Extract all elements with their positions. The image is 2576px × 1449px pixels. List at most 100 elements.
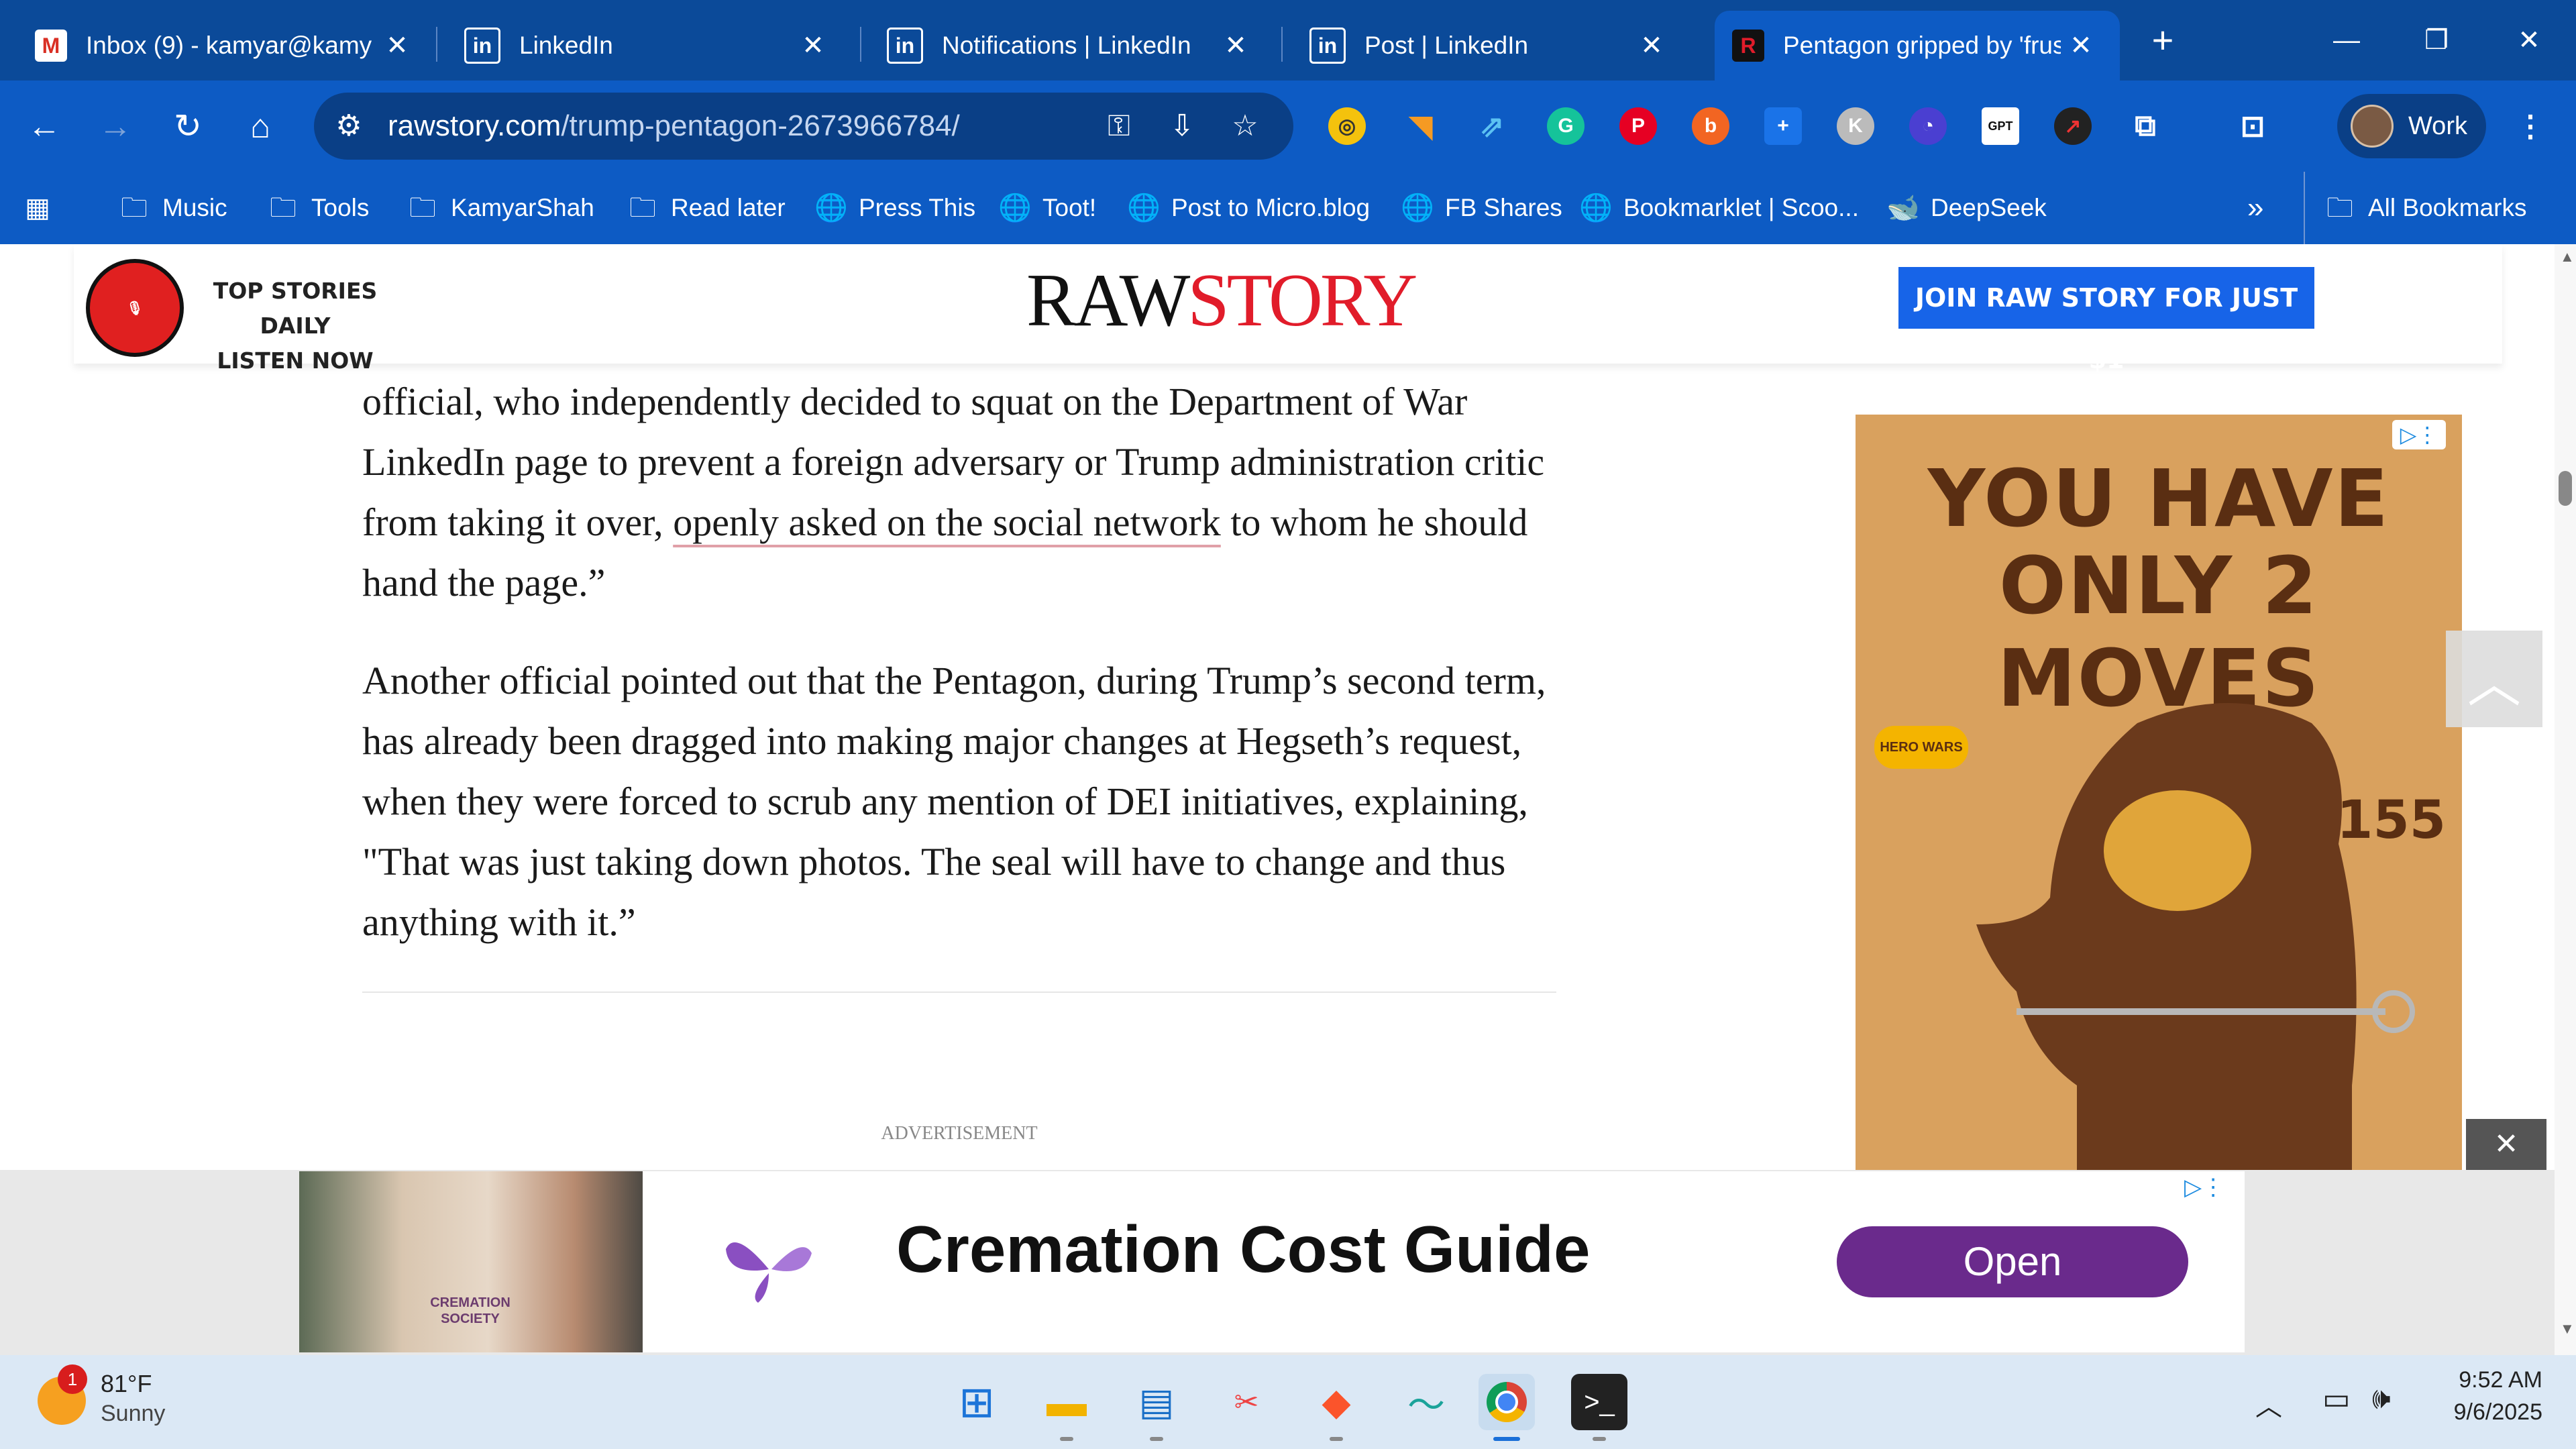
rss-icon[interactable]: ◥ xyxy=(1402,107,1440,145)
tab-title: Inbox (9) - kamyar@kamy xyxy=(86,32,372,59)
network-icon[interactable]: ▭ xyxy=(2322,1382,2351,1416)
bookmark-micro-blog[interactable]: 🌐 Post to Micro.blog xyxy=(1127,172,1370,244)
tab-linkedin-notifications[interactable]: in Notifications | LinkedIn ✕ xyxy=(852,11,1275,80)
snipping-tool-icon[interactable]: ✂ xyxy=(1218,1374,1275,1430)
more-bookmarks-icon[interactable]: » xyxy=(2247,172,2263,244)
gmail-icon: M xyxy=(35,30,67,62)
bookmark-press-this[interactable]: 🌐 Press This xyxy=(814,172,975,244)
tab-title: Post | LinkedIn xyxy=(1364,32,1529,59)
pinterest-icon[interactable]: P xyxy=(1619,107,1657,145)
bookmark-music[interactable]: 🗀 Music xyxy=(118,172,227,244)
close-window-icon[interactable]: ✕ xyxy=(2497,16,2561,64)
minimize-icon[interactable]: — xyxy=(2314,16,2379,64)
weather-temp[interactable]: 81°F xyxy=(101,1370,152,1398)
scroll-down-arrow-icon[interactable]: ▼ xyxy=(2560,1320,2575,1338)
k-extension-icon[interactable]: K xyxy=(1837,107,1874,145)
gpt-save-icon[interactable]: GPT xyxy=(1982,107,2019,145)
extensions-puzzle-icon[interactable]: ⧉ xyxy=(2127,107,2164,145)
tab-linkedin-post[interactable]: in Post | LinkedIn ✕ xyxy=(1275,11,1690,80)
bookmark-read-later[interactable]: 🗀 Read later xyxy=(627,172,786,244)
bookmark-label: FB Shares xyxy=(1445,194,1562,221)
scroll-up-arrow-icon[interactable]: ▲ xyxy=(2560,248,2575,266)
back-icon[interactable]: ← xyxy=(15,97,74,156)
running-indicator xyxy=(1060,1437,1073,1441)
grammarly-icon[interactable]: G xyxy=(1547,107,1585,145)
url-path: /trump-pentagon-2673966784/ xyxy=(561,109,960,142)
notepad-icon[interactable]: ▤ xyxy=(1128,1374,1185,1430)
podcast-promo[interactable]: TOP STORIES DAILY LISTEN NOW xyxy=(195,274,396,378)
bookmark-tools[interactable]: 🗀 Tools xyxy=(267,172,369,244)
bookmark-label: Tools xyxy=(311,194,370,221)
password-key-icon[interactable]: ⚿ xyxy=(1097,105,1140,148)
close-tab-icon[interactable]: ✕ xyxy=(1216,30,1256,61)
share-icon[interactable]: ⇗ xyxy=(1473,107,1511,145)
bookmark-kamyarshah[interactable]: 🗀 KamyarShah xyxy=(407,172,594,244)
active-app-indicator xyxy=(1493,1437,1520,1441)
address-bar[interactable]: ⚙ rawstory.com/trump-pentagon-2673966784… xyxy=(314,93,1293,160)
weather-desc[interactable]: Sunny xyxy=(101,1401,165,1427)
scroll-to-top-button[interactable]: ︿ xyxy=(2446,631,2542,727)
tab-rawstory[interactable]: R Pentagon gripped by 'frus ✕ xyxy=(1715,11,2120,80)
scrollbar-thumb[interactable] xyxy=(2559,471,2572,506)
volume-icon[interactable]: 🕪 xyxy=(2372,1382,2391,1415)
article-link[interactable]: openly asked on the social network xyxy=(673,500,1221,544)
podcast-microphone-icon[interactable]: 🎙 xyxy=(86,259,184,357)
bookmark-deepseek[interactable]: 🐋 DeepSeek xyxy=(1886,172,2047,244)
close-tab-icon[interactable]: ✕ xyxy=(2061,30,2101,61)
page-scrollbar[interactable]: ▲ ▼ xyxy=(2555,244,2576,1355)
butterfly-logo-icon xyxy=(726,1242,812,1303)
bookmark-toot[interactable]: 🌐 Toot! xyxy=(998,172,1096,244)
bookmark-fb-shares[interactable]: 🌐 FB Shares xyxy=(1401,172,1562,244)
globe-icon: 🌐 xyxy=(1579,193,1613,223)
terminal-icon[interactable]: >_ xyxy=(1571,1374,1627,1430)
restore-icon[interactable]: ❐ xyxy=(2404,16,2469,64)
app-wave-icon[interactable]: 〜 xyxy=(1398,1374,1454,1430)
all-bookmarks[interactable]: 🗀 All Bookmarks xyxy=(2304,172,2526,244)
tab-title: LinkedIn xyxy=(519,32,613,59)
folder-icon: 🗀 xyxy=(121,193,148,223)
rawstory-logo[interactable]: RAWSTORY xyxy=(1026,258,1417,344)
tab-strip: M Inbox (9) - kamyar@kamy ✕ in LinkedIn … xyxy=(0,0,2576,80)
join-button[interactable]: JOIN RAW STORY FOR JUST $1 xyxy=(1898,267,2314,374)
apps-grid-icon[interactable]: ▦ xyxy=(21,172,54,244)
forward-icon[interactable]: → xyxy=(86,97,145,156)
chrome-icon[interactable] xyxy=(1479,1374,1535,1430)
bookmark-bookmarklet[interactable]: 🌐 Bookmarklet | Scoo... xyxy=(1579,172,1859,244)
clock-time[interactable]: 9:52 AM xyxy=(2428,1367,2542,1393)
clock-date[interactable]: 9/6/2025 xyxy=(2428,1399,2542,1426)
extension-icon-circle[interactable]: ◔ xyxy=(1909,107,1947,145)
linkedin-icon: in xyxy=(887,28,923,64)
url-text[interactable]: rawstory.com/trump-pentagon-2673966784/ xyxy=(388,93,960,160)
add-extension-icon[interactable]: + xyxy=(1764,107,1802,145)
bookmark-label: Press This xyxy=(859,194,976,221)
tab-gmail[interactable]: M Inbox (9) - kamyar@kamy ✕ xyxy=(0,11,436,80)
close-tab-icon[interactable]: ✕ xyxy=(793,30,833,61)
close-tab-icon[interactable]: ✕ xyxy=(1631,30,1672,61)
windows-start-icon[interactable]: ⊞ xyxy=(949,1374,1005,1430)
reload-icon[interactable]: ↻ xyxy=(158,97,217,156)
profile-button[interactable]: Work xyxy=(2337,94,2486,158)
bookmark-label: Post to Micro.blog xyxy=(1171,194,1371,221)
bottom-ad-content[interactable]: CREMATION SOCIETY Cremation Cost Guide O… xyxy=(299,1171,2245,1352)
adchoices-icon[interactable]: ▷⋮ xyxy=(2184,1174,2224,1201)
bottom-advertisement[interactable]: CREMATION SOCIETY Cremation Cost Guide O… xyxy=(0,1170,2555,1355)
extension-icon-b[interactable]: b xyxy=(1692,107,1729,145)
new-tab-icon[interactable]: + xyxy=(2131,16,2195,64)
reading-mode-icon[interactable]: ⊡ xyxy=(2234,107,2271,145)
file-explorer-icon[interactable]: ▬ xyxy=(1038,1374,1095,1430)
show-hidden-icons-chevron-icon[interactable]: ︿ xyxy=(2255,1385,2282,1424)
brave-browser-icon[interactable]: ◆ xyxy=(1308,1374,1364,1430)
tab-linkedin[interactable]: in LinkedIn ✕ xyxy=(429,11,852,80)
profile-label: Work xyxy=(2408,111,2467,140)
close-tab-icon[interactable]: ✕ xyxy=(377,30,417,61)
install-app-icon[interactable]: ⇩ xyxy=(1161,105,1203,148)
extension-icon-1[interactable]: ◎ xyxy=(1328,107,1366,145)
site-info-icon[interactable]: ⚙ xyxy=(327,105,370,148)
close-ad-icon[interactable]: ✕ xyxy=(2466,1119,2546,1170)
extension-icon-arrow[interactable]: ↗ xyxy=(2054,107,2092,145)
open-button[interactable]: Open xyxy=(1837,1226,2188,1297)
folder-icon: 🗀 xyxy=(270,193,297,223)
more-menu-icon[interactable]: ⋮ xyxy=(2512,107,2549,145)
bookmark-star-icon[interactable]: ☆ xyxy=(1224,105,1267,148)
home-icon[interactable]: ⌂ xyxy=(231,97,290,156)
